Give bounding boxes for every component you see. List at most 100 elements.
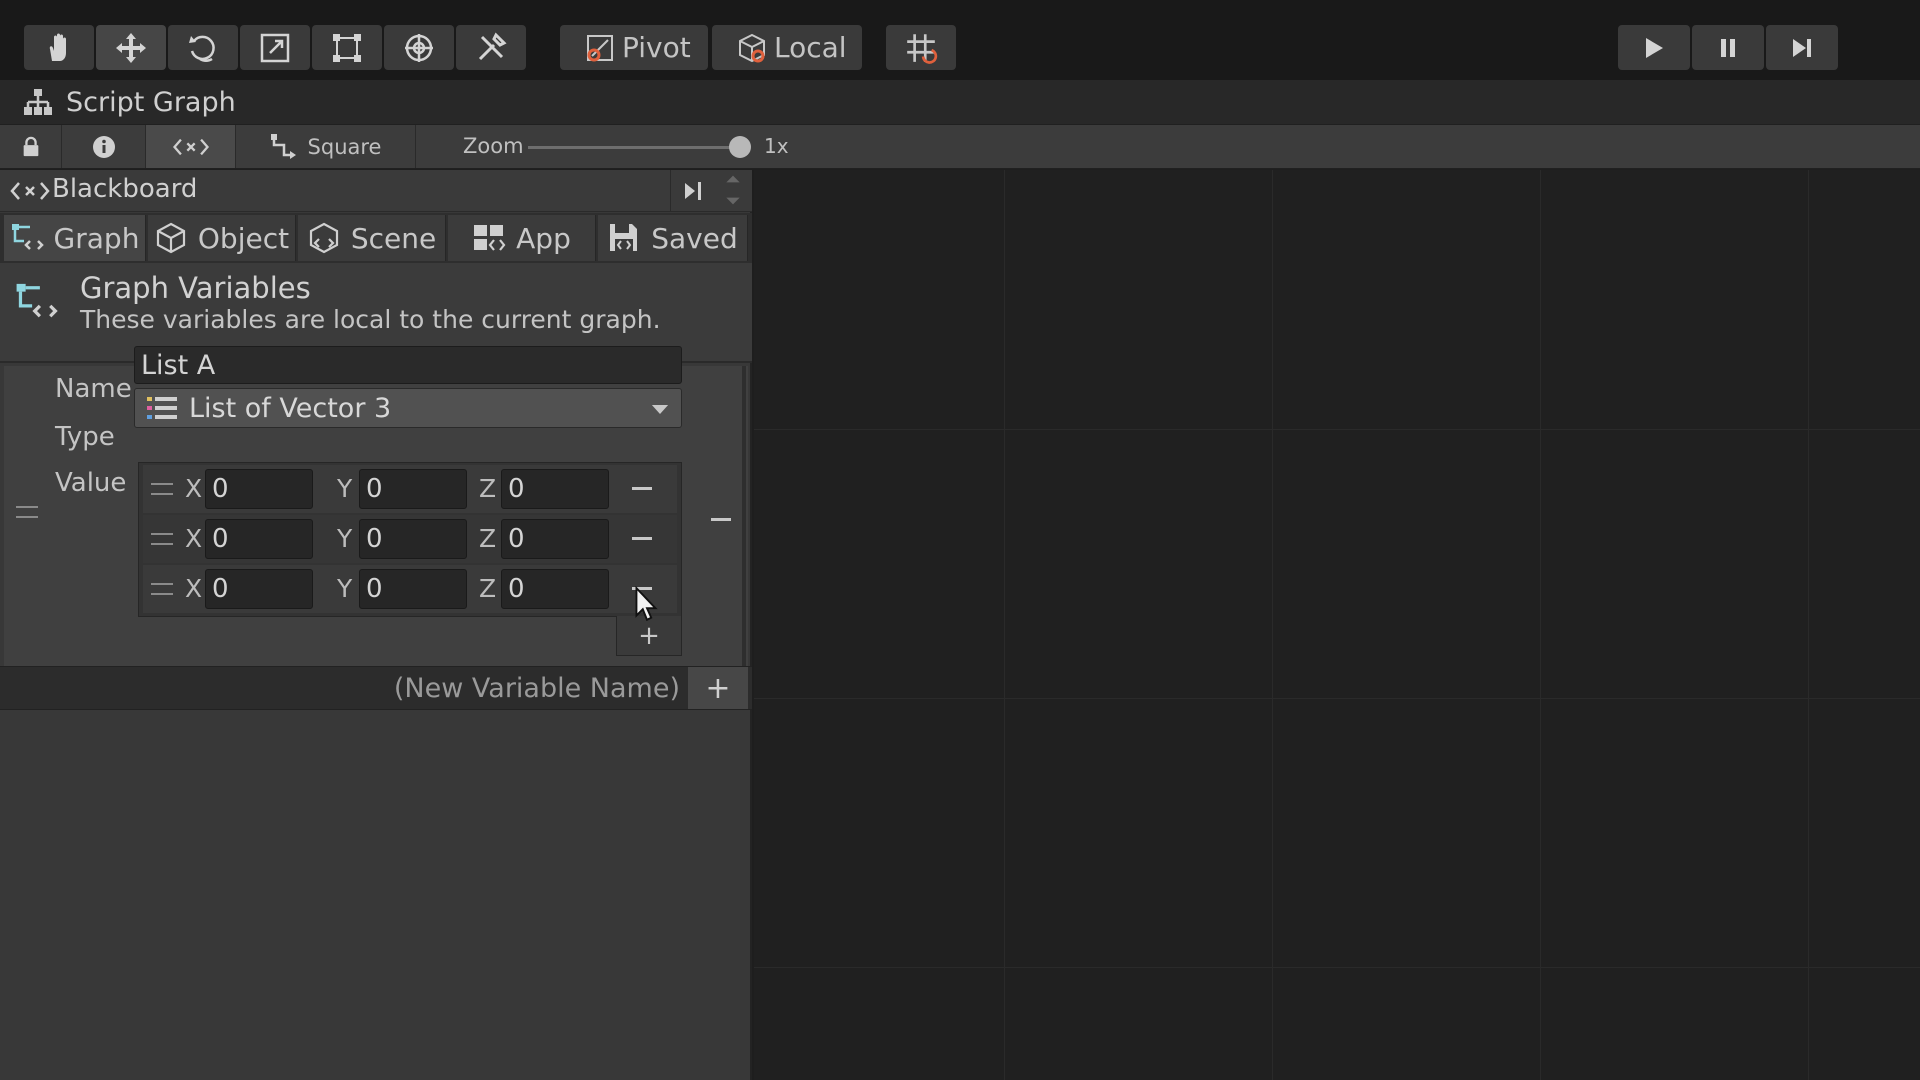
scene-icon: [309, 222, 338, 254]
axis-z-label: Z: [479, 474, 497, 503]
item-drag-handle[interactable]: [151, 583, 173, 595]
remove-variable-button[interactable]: [699, 506, 743, 532]
tab-graph-label: Graph: [53, 221, 140, 255]
pivot-label: Pivot: [622, 31, 691, 64]
variable-name-input[interactable]: List A: [134, 346, 682, 384]
move-tool-button[interactable]: [96, 25, 166, 70]
z-input[interactable]: 0: [501, 469, 609, 509]
tab-app[interactable]: App: [448, 215, 596, 261]
object-cube-icon: [156, 222, 185, 254]
square-label: Square: [307, 134, 382, 159]
list-item: X 0 Y 0 Z 0: [143, 565, 677, 613]
add-variable-symbol: +: [705, 670, 731, 706]
remove-item-button[interactable]: [627, 525, 657, 551]
graph-canvas[interactable]: [754, 170, 1920, 1080]
x-input[interactable]: 0: [205, 569, 313, 609]
type-value: List of Vector 3: [189, 392, 392, 424]
axis-x-label: X: [185, 474, 203, 503]
mouse-cursor-icon: [635, 586, 658, 622]
custom-tool-button[interactable]: [456, 25, 526, 70]
tab-scene[interactable]: Scene: [298, 215, 446, 261]
axis-y-label: Y: [337, 474, 353, 503]
collapse-panel-button[interactable]: [670, 170, 714, 212]
zoom-slider-track[interactable]: [528, 146, 741, 149]
lock-icon: [23, 136, 38, 156]
step-icon: [1793, 38, 1811, 57]
variable-drag-handle[interactable]: [16, 506, 38, 518]
axis-z-label: Z: [479, 524, 497, 553]
step-button[interactable]: [1766, 25, 1838, 70]
new-variable-row: (New Variable Name) +: [0, 666, 752, 710]
info-icon: [92, 135, 115, 158]
scroll-down-icon: [726, 197, 740, 205]
graph-variables-icon: [16, 283, 58, 318]
tab-object[interactable]: Object: [148, 215, 296, 261]
tab-saved[interactable]: Saved: [598, 215, 748, 261]
variables-toggle-button[interactable]: [146, 125, 236, 168]
hand-tool-button[interactable]: [24, 25, 94, 70]
rotate-tool-button[interactable]: [168, 25, 238, 70]
chevron-down-icon: [651, 405, 669, 414]
zoom-slider-handle[interactable]: [729, 136, 751, 158]
save-disk-icon: [610, 224, 638, 251]
variable-type-dropdown[interactable]: List of Vector 3: [134, 388, 682, 428]
minus-icon: [632, 486, 652, 490]
window-title-bar: Script Graph: [0, 80, 1920, 124]
pause-button[interactable]: [1692, 25, 1764, 70]
panel-scrollbar[interactable]: [716, 170, 750, 212]
main-toolbar: Pivot Local: [0, 0, 1920, 80]
variables-icon: [172, 138, 209, 155]
local-toggle-button[interactable]: Local: [712, 25, 862, 70]
pivot-toggle-button[interactable]: Pivot: [560, 25, 708, 70]
value-label: Value: [55, 468, 127, 498]
graph-toolbar: Square Zoom 1x: [0, 124, 1920, 169]
axis-y-label: Y: [337, 574, 353, 603]
scale-icon: [260, 33, 290, 62]
axis-y-label: Y: [337, 524, 353, 553]
blackboard-header: Blackboard: [0, 170, 752, 212]
section-title: Graph Variables: [80, 271, 311, 305]
y-input[interactable]: 0: [359, 569, 467, 609]
transform-tool-button[interactable]: [384, 25, 454, 70]
list-value-box: X 0 Y 0 Z 0 X 0 Y 0 Z 0 X 0 Y 0 Z 0: [138, 462, 682, 617]
z-input[interactable]: 0: [501, 519, 609, 559]
new-variable-name-input[interactable]: (New Variable Name): [394, 673, 680, 704]
item-drag-handle[interactable]: [151, 483, 173, 495]
lock-button[interactable]: [0, 125, 62, 168]
pivot-icon: [587, 34, 613, 61]
square-carry-button[interactable]: Square: [236, 125, 416, 168]
info-button[interactable]: [62, 125, 146, 168]
minus-icon: [711, 517, 731, 521]
collapse-right-icon: [684, 182, 701, 200]
name-label: Name: [55, 374, 132, 404]
play-icon: [1646, 37, 1663, 58]
item-drag-handle[interactable]: [151, 533, 173, 545]
rect-tool-button[interactable]: [312, 25, 382, 70]
remove-item-button[interactable]: [627, 475, 657, 501]
x-input[interactable]: 0: [205, 519, 313, 559]
tools-icon: [478, 31, 507, 60]
local-cube-icon: [739, 33, 765, 62]
hierarchy-icon: [24, 89, 52, 115]
blackboard-panel: Blackboard Graph Object Scene App Saved: [0, 170, 752, 1080]
add-item-symbol: +: [638, 620, 660, 651]
add-variable-button[interactable]: +: [688, 667, 748, 709]
tab-object-label: Object: [197, 221, 290, 255]
x-input[interactable]: 0: [205, 469, 313, 509]
y-input[interactable]: 0: [359, 469, 467, 509]
section-description: These variables are local to the current…: [80, 305, 661, 334]
play-button[interactable]: [1618, 25, 1690, 70]
scroll-up-icon: [726, 175, 740, 183]
move-icon: [116, 32, 146, 63]
list-item: X 0 Y 0 Z 0: [143, 515, 677, 563]
zoom-label: Zoom: [463, 134, 524, 158]
z-input[interactable]: 0: [501, 569, 609, 609]
axis-x-label: X: [185, 524, 203, 553]
tab-graph[interactable]: Graph: [4, 215, 146, 261]
y-input[interactable]: 0: [359, 519, 467, 559]
grid-snap-button[interactable]: [886, 25, 956, 70]
axis-x-label: X: [185, 574, 203, 603]
scale-tool-button[interactable]: [240, 25, 310, 70]
zoom-value: 1x: [764, 134, 789, 158]
axis-z-label: Z: [479, 574, 497, 603]
